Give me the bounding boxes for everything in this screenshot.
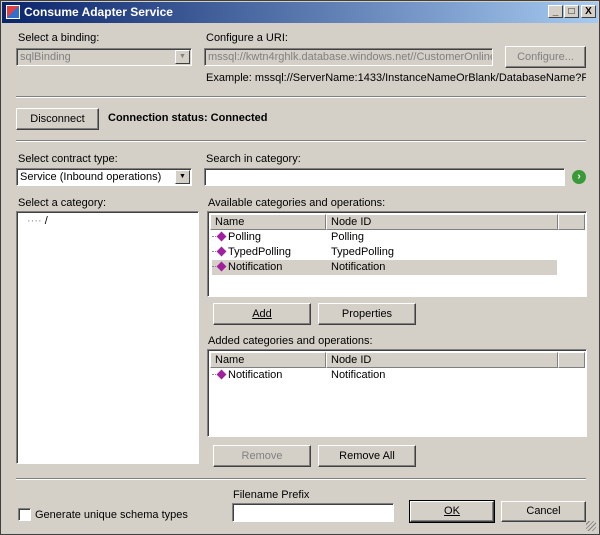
column-header-name[interactable]: Name	[210, 352, 326, 368]
column-header-name[interactable]: Name	[210, 214, 326, 230]
list-item[interactable]: Notification Notification	[212, 368, 557, 383]
app-icon	[6, 5, 20, 19]
close-button[interactable]: X	[581, 5, 596, 18]
minimize-button[interactable]: _	[548, 5, 563, 18]
binding-select[interactable]: sqlBinding ▼	[16, 48, 192, 66]
tree-item-root[interactable]: ···· /	[27, 215, 48, 227]
uri-label: Configure a URI:	[206, 32, 288, 44]
row-node-id: Polling	[331, 231, 365, 243]
operation-icon	[212, 247, 228, 257]
row-name: Notification	[228, 261, 283, 273]
maximize-button[interactable]: □	[564, 5, 579, 18]
remove-all-button[interactable]: Remove All	[318, 445, 416, 467]
filename-prefix-input[interactable]	[232, 503, 394, 522]
category-label: Select a category:	[18, 197, 107, 209]
uri-example: Example: mssql://ServerName:1433/Instanc…	[206, 72, 586, 84]
operation-icon	[212, 232, 228, 242]
binding-value: sqlBinding	[20, 51, 71, 63]
row-name: Polling	[228, 231, 262, 243]
consume-adapter-service-dialog: Consume Adapter Service _ □ X Select a b…	[0, 0, 600, 535]
category-tree[interactable]: ···· /	[16, 211, 199, 464]
added-list[interactable]: Name Node ID Notification Notification	[207, 349, 587, 437]
available-label: Available categories and operations:	[208, 197, 386, 209]
operation-icon	[212, 262, 228, 272]
binding-label: Select a binding:	[18, 32, 100, 44]
ok-button[interactable]: OK	[409, 500, 495, 523]
connection-status: Connection status: Connected	[108, 112, 268, 124]
filename-prefix-label: Filename Prefix	[233, 489, 310, 501]
column-header-node-id[interactable]: Node ID	[326, 352, 558, 368]
column-header-blank	[558, 352, 585, 368]
list-item-selected[interactable]: Notification Notification	[212, 260, 557, 275]
uri-input[interactable]: mssql://kwtn4rghlk.database.windows.net/…	[204, 48, 493, 66]
divider	[16, 96, 586, 98]
divider	[16, 140, 586, 142]
contract-type-select[interactable]: Service (Inbound operations) ▼	[16, 168, 192, 186]
search-input[interactable]	[204, 168, 565, 186]
row-node-id: TypedPolling	[331, 246, 394, 258]
unique-schema-checkbox[interactable]	[18, 508, 31, 521]
properties-button[interactable]: Properties	[318, 303, 416, 325]
unique-schema-label: Generate unique schema types	[35, 509, 188, 521]
list-item[interactable]: Polling Polling	[212, 230, 557, 245]
add-label: Add	[252, 308, 272, 320]
remove-button[interactable]: Remove	[213, 445, 311, 467]
column-header-node-id[interactable]: Node ID	[326, 214, 558, 230]
ok-label: OK	[444, 505, 460, 517]
contract-type-label: Select contract type:	[18, 153, 118, 165]
disconnect-button[interactable]: Disconnect	[16, 108, 99, 130]
column-header-blank	[558, 214, 585, 230]
configure-button[interactable]: Configure...	[505, 46, 586, 68]
operation-icon	[212, 370, 228, 380]
row-name: TypedPolling	[228, 246, 291, 258]
chevron-down-icon[interactable]: ▼	[175, 50, 190, 64]
added-label: Added categories and operations:	[208, 335, 373, 347]
tree-item-label: /	[44, 215, 48, 227]
contract-type-value: Service (Inbound operations)	[20, 171, 162, 183]
list-item[interactable]: TypedPolling TypedPolling	[212, 245, 557, 260]
search-label: Search in category:	[206, 153, 301, 165]
row-node-id: Notification	[331, 261, 386, 273]
divider	[16, 478, 586, 480]
cancel-button[interactable]: Cancel	[501, 501, 586, 522]
add-button[interactable]: Add	[213, 303, 311, 325]
title-bar: Consume Adapter Service	[2, 2, 598, 23]
chevron-down-icon[interactable]: ▼	[175, 170, 190, 184]
row-node-id: Notification	[331, 369, 386, 381]
row-name: Notification	[228, 369, 283, 381]
available-list[interactable]: Name Node ID Polling Polling TypedPolling…	[207, 211, 587, 297]
window-title: Consume Adapter Service	[24, 5, 173, 19]
resize-grip-icon[interactable]	[586, 521, 596, 531]
search-go-icon[interactable]: ›	[572, 170, 586, 184]
